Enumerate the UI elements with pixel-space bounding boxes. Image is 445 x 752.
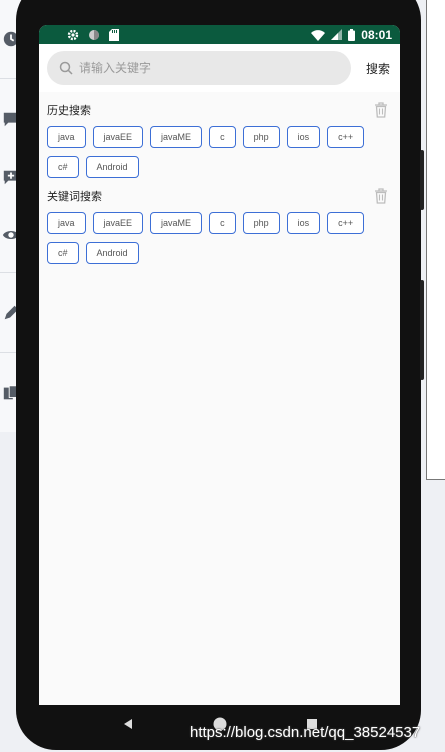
history-title: 历史搜索 [47, 105, 91, 117]
circle-icon [89, 29, 99, 40]
search-icon [59, 61, 73, 75]
sd-card-icon [109, 28, 119, 41]
keyword-tag[interactable]: php [242, 212, 280, 234]
keywords-tags: java javaEE javaME c php ios c++ c# Andr… [47, 212, 387, 264]
history-tag[interactable]: javaME [150, 126, 203, 148]
history-tags: java javaEE javaME c php ios c++ c# Andr… [47, 126, 387, 178]
keyword-tag[interactable]: Android [85, 242, 139, 264]
history-tag[interactable]: java [47, 126, 86, 148]
history-tag[interactable]: ios [286, 126, 321, 148]
status-time: 08:01 [361, 27, 392, 42]
keyword-tag[interactable]: javaEE [92, 212, 144, 234]
keywords-title: 关键词搜索 [47, 191, 102, 203]
history-tag[interactable]: javaEE [92, 126, 144, 148]
keywords-section: 关键词搜索 java javaEE javaME c php ios c++ c… [39, 186, 400, 264]
signal-icon [331, 29, 343, 40]
history-tag[interactable]: php [242, 126, 280, 148]
keyword-tag[interactable]: c# [47, 242, 79, 264]
watermark: https://blog.csdn.net/qq_38524537 [190, 724, 421, 741]
gear-icon [67, 29, 79, 40]
status-bar: 08:01 [39, 25, 400, 44]
trash-icon[interactable] [374, 188, 388, 204]
desktop-stage: 08:01 搜索 历史搜索 java javaEE javaME c php i… [0, 0, 445, 752]
right-panel-edge [426, 0, 445, 480]
keywords-header: 关键词搜索 [47, 186, 392, 206]
history-tag[interactable]: c++ [327, 126, 365, 148]
wifi-icon [311, 29, 326, 41]
power-button [420, 280, 424, 380]
trash-icon[interactable] [374, 102, 388, 118]
history-header: 历史搜索 [47, 100, 392, 120]
history-tag[interactable]: Android [85, 156, 139, 178]
search-input[interactable] [79, 61, 319, 75]
search-bar: 搜索 [39, 44, 400, 92]
battery-icon [348, 28, 356, 41]
search-box[interactable] [47, 51, 351, 85]
status-left-icons [67, 28, 119, 41]
keyword-tag[interactable]: javaME [150, 212, 203, 234]
keyword-tag[interactable]: c++ [327, 212, 365, 234]
search-button[interactable]: 搜索 [366, 60, 390, 77]
keyword-tag[interactable]: c [209, 212, 236, 234]
back-icon[interactable] [122, 718, 134, 730]
history-section: 历史搜索 java javaEE javaME c php ios c++ c#… [39, 100, 400, 178]
keyword-tag[interactable]: java [47, 212, 86, 234]
volume-button [420, 150, 424, 210]
phone-screen: 08:01 搜索 历史搜索 java javaEE javaME c php i… [39, 25, 400, 705]
history-tag[interactable]: c# [47, 156, 79, 178]
status-right-icons: 08:01 [311, 28, 392, 42]
history-tag[interactable]: c [209, 126, 236, 148]
keyword-tag[interactable]: ios [286, 212, 321, 234]
